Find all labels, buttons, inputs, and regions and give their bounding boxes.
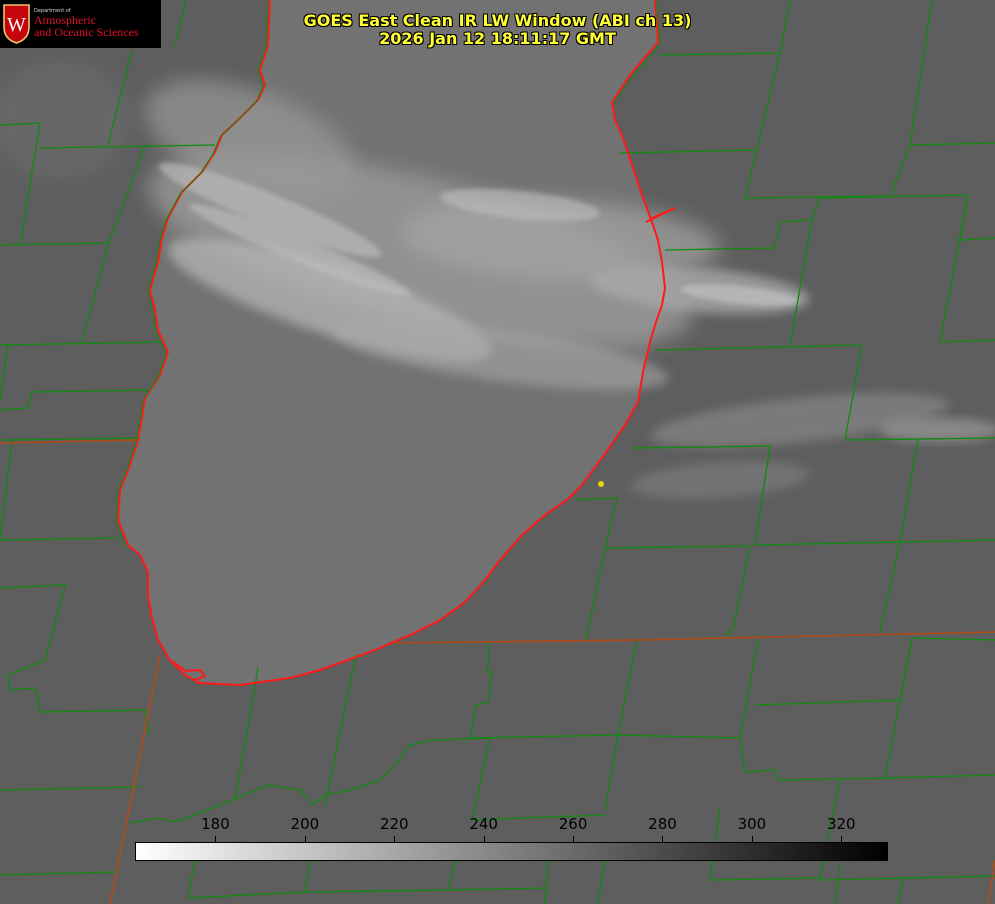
image-title: GOES East Clean IR LW Window (ABI ch 13) — [303, 11, 692, 30]
colorbar-gradient — [135, 842, 888, 861]
colorbar-tick-label: 300 — [737, 815, 767, 833]
colorbar-tick — [841, 836, 843, 842]
colorbar-tick — [573, 836, 575, 842]
satellite-map — [0, 0, 995, 904]
colorbar-tick-label: 260 — [558, 815, 588, 833]
colorbar-tick — [751, 836, 753, 842]
colorbar-tick — [215, 836, 217, 842]
colorbar-tick — [394, 836, 396, 842]
satellite-viewer: W Department of Atmospheric and Oceanic … — [0, 0, 995, 904]
colorbar-tick-label: 240 — [469, 815, 498, 833]
logo-org-line2: and Oceanic Sciences — [34, 25, 139, 39]
colorbar-tick-label: 280 — [648, 815, 677, 833]
colorbar-tick-label: 220 — [379, 815, 409, 833]
uw-crest-icon: W — [3, 4, 30, 44]
colorbar-tick-label: 180 — [201, 815, 230, 833]
colorbar-tick-label: 320 — [826, 815, 856, 833]
station-marker — [598, 481, 604, 487]
colorbar-tick — [483, 836, 485, 842]
colorbar-tick — [662, 836, 664, 842]
uw-aos-logo: W Department of Atmospheric and Oceanic … — [0, 0, 161, 48]
seal-letter: W — [7, 14, 26, 36]
colorbar-tick — [304, 836, 306, 842]
colorbar-tick-label: 200 — [290, 815, 320, 833]
image-timestamp: 2026 Jan 12 18:11:17 GMT — [379, 29, 616, 48]
